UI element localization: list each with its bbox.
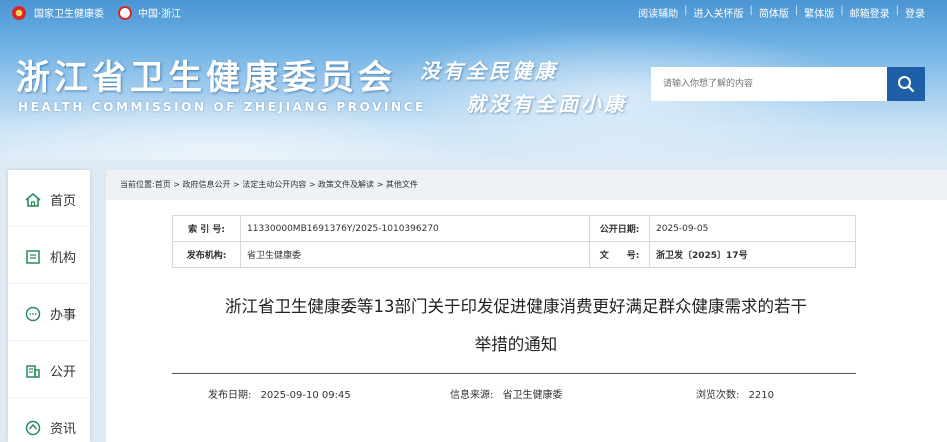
view-count-label: 浏览次数: xyxy=(696,390,740,401)
view-count-value: 2210 xyxy=(748,390,775,401)
publish-date-label: 发布日期: xyxy=(208,390,252,401)
link-traditional[interactable]: 繁体版 xyxy=(804,5,834,20)
meta-date-label: 公开日期: xyxy=(589,215,650,242)
site-header: 国家卫生健康委 中国·浙江 阅读辅助 | 进入关怀版 | 简体版 | 繁体版 |… xyxy=(0,0,947,160)
link-simplified[interactable]: 简体版 xyxy=(759,5,789,20)
main-content: 当前位置:首页 > 政府信息公开 > 法定主动公开内容 > 政策文件及解读 > … xyxy=(106,170,947,442)
search-button[interactable] xyxy=(887,67,925,101)
breadcrumb[interactable]: 当前位置:首页 > 政府信息公开 > 法定主动公开内容 > 政策文件及解读 > … xyxy=(106,170,947,200)
table-row: 发布机构: 省卫生健康委 文 号: 浙卫发〔2025〕17号 xyxy=(172,241,856,268)
nav-item-organization[interactable]: 机构 xyxy=(8,230,90,284)
slogan-line-1: 没有全民健康 xyxy=(420,59,558,83)
divider: | xyxy=(749,5,753,16)
link-mail-login[interactable]: 邮箱登录 xyxy=(850,5,890,20)
top-bar: 国家卫生健康委 中国·浙江 阅读辅助 | 进入关怀版 | 简体版 | 繁体版 |… xyxy=(0,0,947,24)
info-source-value: 省卫生健康委 xyxy=(502,390,563,401)
nav-item-label: 机构 xyxy=(50,251,77,266)
nav-item-label: 资讯 xyxy=(50,422,77,437)
nav-item-label: 首页 xyxy=(50,194,77,209)
meta-index-label: 索 引 号: xyxy=(172,215,241,242)
side-nav: 首页 机构 办事 公开 资讯 xyxy=(8,170,90,442)
info-source: 信息来源: 省卫生健康委 xyxy=(450,386,563,401)
divider: | xyxy=(794,5,799,16)
nav-item-home[interactable]: 首页 xyxy=(8,173,90,227)
nav-item-news[interactable]: 资讯 xyxy=(8,401,90,442)
publish-date-value: 2025-09-10 09:45 xyxy=(260,390,351,401)
document-title-line-1: 浙江省卫生健康委等13部门关于印发促进健康消费更好满足群众健康需求的若干 xyxy=(225,297,807,316)
divider: | xyxy=(684,5,688,16)
search-box xyxy=(651,67,925,101)
info-source-label: 信息来源: xyxy=(450,390,494,401)
link-care-mode[interactable]: 进入关怀版 xyxy=(694,5,744,20)
meta-docno-value: 浙卫发〔2025〕17号 xyxy=(649,241,856,268)
divider: | xyxy=(840,5,844,16)
zhejiang-logo-icon xyxy=(118,5,132,20)
site-subtitle: HEALTH COMMISSION OF ZHEJIANG PROVINCE xyxy=(18,100,426,114)
meta-org-value: 省卫生健康委 xyxy=(240,241,590,268)
link-china-zhejiang[interactable]: 中国·浙江 xyxy=(138,5,181,20)
title-divider xyxy=(172,373,856,374)
link-national-health-commission[interactable]: 国家卫生健康委 xyxy=(34,5,104,20)
slogan-line-2: 就没有全面小康 xyxy=(466,92,627,116)
link-reading-aid[interactable]: 阅读辅助 xyxy=(638,5,678,20)
link-login[interactable]: 登录 xyxy=(905,5,925,20)
news-icon xyxy=(24,419,42,437)
search-icon xyxy=(898,76,915,93)
publish-date: 发布日期: 2025-09-10 09:45 xyxy=(208,386,351,401)
document-meta-table: 索 引 号: 11330000MB1691376Y/2025-101039627… xyxy=(172,215,856,268)
meta-index-value: 11330000MB1691376Y/2025-1010396270 xyxy=(240,215,590,242)
meta-docno-label: 文 号: xyxy=(589,241,650,268)
table-row: 索 引 号: 11330000MB1691376Y/2025-101039627… xyxy=(172,215,856,242)
nav-item-disclosure[interactable]: 公开 xyxy=(8,344,90,398)
nav-item-services[interactable]: 办事 xyxy=(8,287,90,341)
home-icon xyxy=(24,191,42,209)
document-title-line-2: 举措的通知 xyxy=(474,335,558,354)
building-icon xyxy=(24,248,42,266)
site-title[interactable]: 浙江省卫生健康委员会 xyxy=(16,50,396,99)
document-icon xyxy=(24,362,42,380)
view-count: 浏览次数: 2210 xyxy=(696,386,774,401)
national-emblem-icon xyxy=(12,5,26,20)
meta-org-label: 发布机构: xyxy=(172,241,241,268)
nav-item-label: 办事 xyxy=(50,308,77,323)
nav-item-label: 公开 xyxy=(50,365,77,380)
document-title: 浙江省卫生健康委等13部门关于印发促进健康消费更好满足群众健康需求的若干 举措的… xyxy=(146,288,886,364)
search-input[interactable] xyxy=(651,67,887,101)
chat-icon xyxy=(24,305,42,323)
divider: | xyxy=(895,5,899,16)
meta-date-value: 2025-09-05 xyxy=(649,215,856,242)
